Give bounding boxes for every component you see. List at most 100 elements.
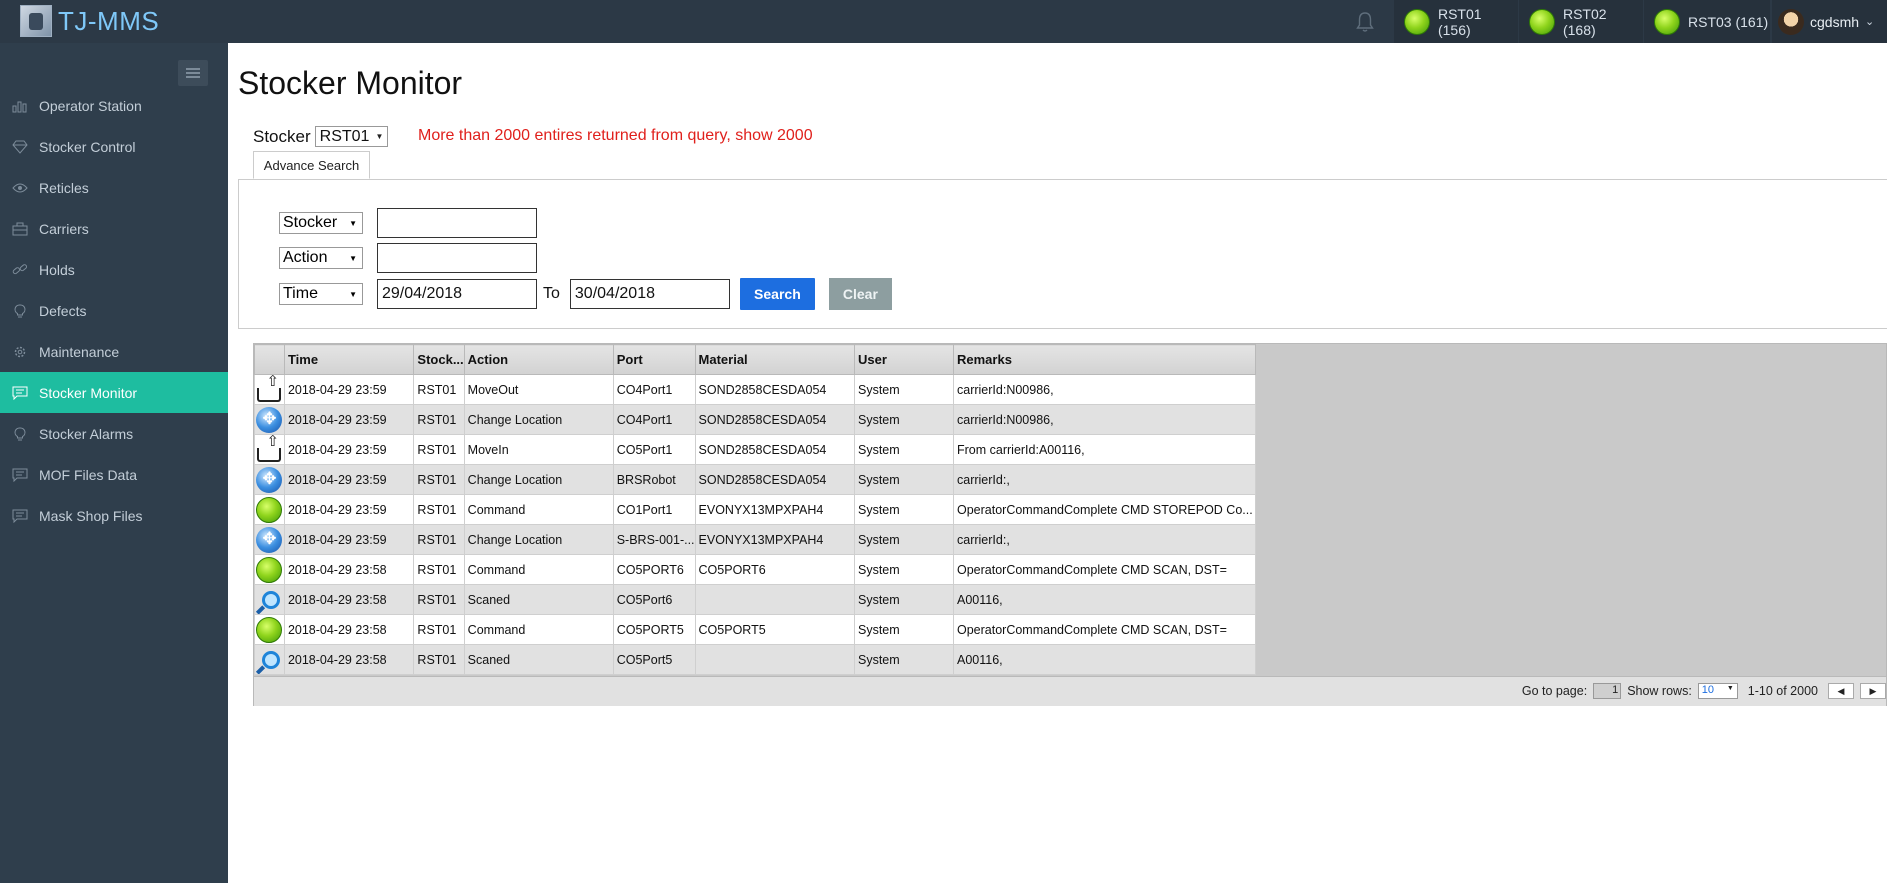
search-button[interactable]: Search xyxy=(739,278,815,310)
status-green-icon xyxy=(1404,8,1430,35)
cell-time: 2018-04-29 23:59 xyxy=(283,404,415,435)
station-label: RST03 (161) xyxy=(1688,13,1769,30)
station-rst01[interactable]: RST01 (156) xyxy=(1394,0,1518,43)
row-icon-cell xyxy=(254,524,285,555)
table-row[interactable]: 2018-04-29 23:59RST01Change LocationBRSR… xyxy=(254,464,1256,495)
row-icon-cell xyxy=(254,554,285,585)
cell-stocker: RST01 xyxy=(413,554,465,585)
gear-icon xyxy=(11,345,29,359)
sidebar-item-maintenance[interactable]: Maintenance xyxy=(0,331,228,372)
comment-icon xyxy=(11,468,29,482)
table-row[interactable]: 2018-04-29 23:59RST01MoveOutCO4Port1SOND… xyxy=(254,374,1256,405)
sidebar-item-defects[interactable]: Defects xyxy=(0,290,228,331)
filter-field-select[interactable]: Time xyxy=(279,283,363,305)
filter-action-input[interactable] xyxy=(377,243,537,273)
table-row[interactable]: 2018-04-29 23:58 RST01 Scaned CO5Port5 Syste… xyxy=(254,644,1256,675)
cell-remarks: A00116, xyxy=(953,644,1256,675)
cell-stocker: RST01 xyxy=(413,464,465,495)
status-green-icon xyxy=(1654,8,1680,35)
filter-row-stocker: Stocker xyxy=(279,208,537,238)
cell-time: 2018-04-29 23:59 xyxy=(283,494,415,525)
column-header[interactable]: Port xyxy=(612,344,696,375)
command-icon xyxy=(256,616,283,643)
column-header[interactable]: Remarks xyxy=(953,344,1256,375)
sidebar-item-stocker-alarms[interactable]: Stocker Alarms xyxy=(0,413,228,454)
cell-action: Change Location xyxy=(463,404,614,435)
goto-page-input[interactable]: 1 xyxy=(1593,683,1622,699)
app-logo xyxy=(20,5,52,37)
column-header[interactable]: Time xyxy=(283,344,415,375)
table-row[interactable]: 2018-04-29 23:59RST01MoveInCO5Port1SOND2… xyxy=(254,434,1256,465)
sidebar-item-mof-files-data[interactable]: MOF Files Data xyxy=(0,454,228,495)
date-from-input[interactable]: 29/04/2018 xyxy=(377,279,537,309)
sidebar-item-stocker-control[interactable]: Stocker Control xyxy=(0,126,228,167)
column-header[interactable]: User xyxy=(854,344,954,375)
cell-remarks: carrierId:N00986, xyxy=(953,374,1256,405)
tab-advance-search[interactable]: Advance Search xyxy=(253,151,370,179)
show-rows-label: Show rows: xyxy=(1627,684,1692,698)
cell-user: System xyxy=(854,494,954,525)
cell-port: CO1Port1 xyxy=(612,494,696,525)
station-rst03[interactable]: RST03 (161) xyxy=(1644,0,1770,43)
sidebar-item-mask-shop-files[interactable]: Mask Shop Files xyxy=(0,495,228,536)
cell-material: SOND2858CESDA054 xyxy=(694,404,856,435)
cell-stocker: RST01 xyxy=(413,404,465,435)
sidebar-item-holds[interactable]: Holds xyxy=(0,249,228,290)
prev-page-button[interactable]: ◀ xyxy=(1828,683,1854,699)
command-icon xyxy=(256,496,283,523)
sidebar-item-operator-station[interactable]: Operator Station xyxy=(0,85,228,126)
next-page-button[interactable]: ▶ xyxy=(1860,683,1886,699)
column-header[interactable]: Action xyxy=(463,344,614,375)
table-row[interactable]: 2018-04-29 23:59 RST01 Command CO1Port1 EVON… xyxy=(254,494,1256,525)
table-row[interactable]: 2018-04-29 23:58 RST01 Command CO5PORT6 CO5P… xyxy=(254,554,1256,585)
comment-icon xyxy=(11,386,29,400)
cell-user: System xyxy=(854,464,954,495)
cell-action: Scaned xyxy=(463,584,614,615)
table-row[interactable]: 2018-04-29 23:59RST01Change LocationCO4P… xyxy=(254,404,1256,435)
sidebar-item-label: Maintenance xyxy=(39,343,120,360)
column-header[interactable]: Stock... xyxy=(413,344,465,375)
table-row[interactable]: 2018-04-29 23:58 RST01 Command CO5PORT5 CO5P… xyxy=(254,614,1256,645)
row-icon-cell xyxy=(254,584,285,615)
stocker-label: Stocker xyxy=(253,126,311,146)
cell-port: BRSRobot xyxy=(612,464,696,495)
rows-per-page-select[interactable]: 10 xyxy=(1697,683,1738,699)
user-menu[interactable]: cgdsmh ⌄ xyxy=(1772,0,1887,43)
pager: Go to page: 1 Show rows: 10 1-10 of 2000… xyxy=(254,676,1886,706)
filter-field-select[interactable]: Action xyxy=(279,247,363,269)
station-label: RST01 (156) xyxy=(1437,5,1482,38)
table-row[interactable]: 2018-04-29 23:59RST01Change LocationS-BR… xyxy=(254,524,1256,555)
cell-remarks: carrierId:, xyxy=(953,524,1256,555)
cell-remarks: carrierId:, xyxy=(953,464,1256,495)
brand[interactable]: TJ-MMS xyxy=(20,4,159,38)
top-bar: TJ-MMS RST01 (156) RST02 (168) RST03 (16… xyxy=(0,0,1887,43)
sidebar-item-carriers[interactable]: Carriers xyxy=(0,208,228,249)
cell-port: CO5PORT6 xyxy=(612,554,696,585)
query-warning: More than 2000 entires returned from que… xyxy=(418,127,813,144)
bell-icon[interactable] xyxy=(1355,11,1375,33)
table-row[interactable]: 2018-04-29 23:58 RST01 Scaned CO5Port6 Syste… xyxy=(254,584,1256,615)
date-to-input[interactable]: 30/04/2018 xyxy=(569,279,730,309)
app-title: TJ-MMS xyxy=(58,5,160,36)
main-content: Stocker Monitor Stocker RST01 More than … xyxy=(228,43,1887,883)
cell-material: SOND2858CESDA054 xyxy=(694,374,856,405)
filter-stocker-input[interactable] xyxy=(377,208,537,238)
cell-material: CO5PORT5 xyxy=(694,614,856,645)
sidebar-item-label: Operator Station xyxy=(39,97,142,114)
sidebar-item-stocker-monitor[interactable]: Stocker Monitor xyxy=(0,372,228,413)
cell-time: 2018-04-29 23:58 xyxy=(283,554,415,585)
clear-button[interactable]: Clear xyxy=(828,278,892,310)
cell-action: MoveIn xyxy=(463,434,614,465)
cell-user: System xyxy=(854,434,954,465)
sidebar-item-reticles[interactable]: Reticles xyxy=(0,167,228,208)
station-rst02[interactable]: RST02 (168) xyxy=(1519,0,1643,43)
filter-field-select[interactable]: Stocker xyxy=(279,212,363,234)
sidebar-toggle-button[interactable] xyxy=(178,60,208,86)
stocker-select[interactable]: RST01 xyxy=(314,126,389,147)
cell-remarks: OperatorCommandComplete CMD STOREPOD Co.… xyxy=(953,494,1256,525)
cell-material: SOND2858CESDA054 xyxy=(694,464,856,495)
cell-time: 2018-04-29 23:59 xyxy=(283,434,415,465)
cell-user: System xyxy=(854,614,954,645)
scan-icon xyxy=(262,590,281,609)
column-header[interactable]: Material xyxy=(694,344,856,375)
